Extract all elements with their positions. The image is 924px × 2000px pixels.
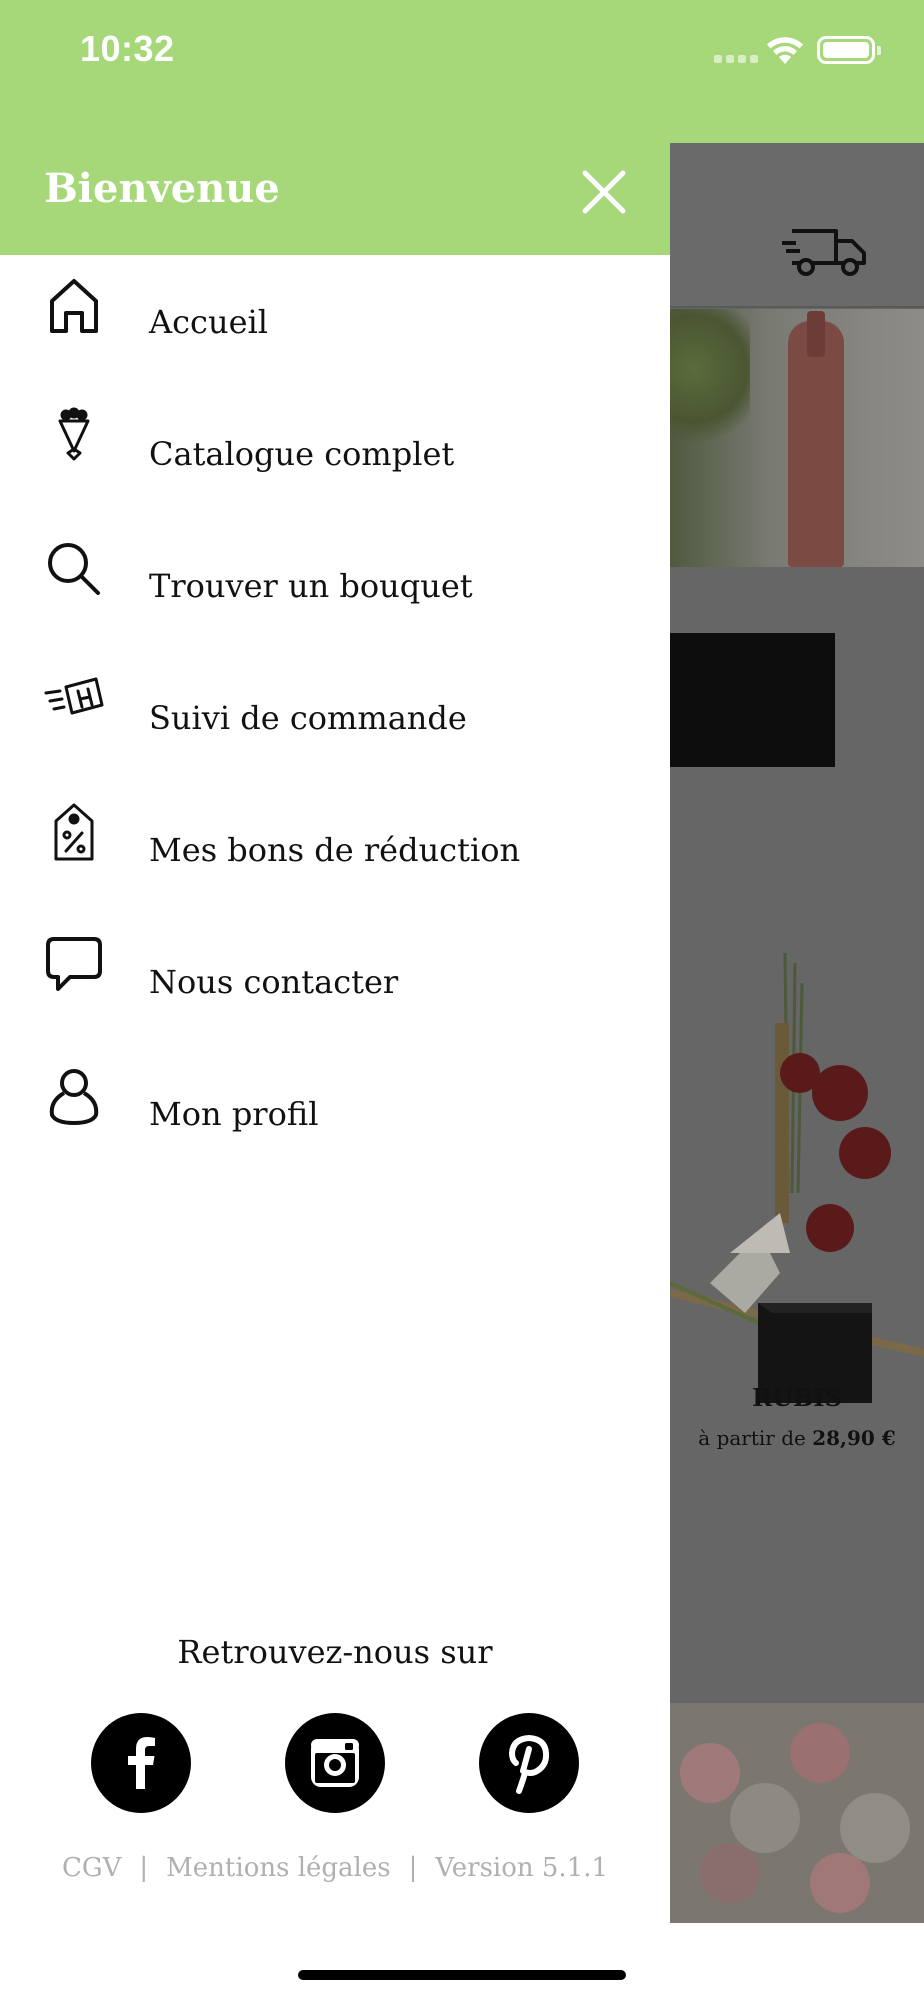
menu-item-bons-reduction[interactable]: Mes bons de réduction bbox=[0, 783, 670, 915]
menu-item-trouver-bouquet[interactable]: Trouver un bouquet bbox=[0, 519, 670, 651]
instagram-button[interactable] bbox=[285, 1713, 385, 1813]
wifi-icon bbox=[767, 37, 803, 64]
background-product-price: à partir de 28,90 € bbox=[698, 1426, 896, 1450]
discount-tag-icon bbox=[54, 803, 94, 861]
menu-label-suivi-commande: Suivi de commande bbox=[149, 699, 467, 737]
facebook-icon bbox=[128, 1737, 155, 1789]
menu-item-accueil[interactable]: Accueil bbox=[0, 255, 670, 387]
chat-bubble-icon bbox=[46, 937, 102, 991]
search-icon bbox=[48, 543, 100, 595]
footer-separator: | bbox=[139, 1853, 149, 1883]
status-bar: 10:32 bbox=[0, 0, 924, 143]
close-icon[interactable] bbox=[575, 163, 633, 221]
status-time: 10:32 bbox=[80, 28, 175, 69]
menu-item-suivi-commande[interactable]: Suivi de commande bbox=[0, 651, 670, 783]
drawer-title: Bienvenue bbox=[44, 165, 280, 212]
wine-bottle-image bbox=[788, 311, 844, 567]
legal-notice-link[interactable]: Mentions légales bbox=[166, 1853, 390, 1883]
navigation-drawer: Bienvenue Accueil Catalogue complet Trou… bbox=[0, 143, 670, 1923]
background-hero-image bbox=[670, 309, 924, 567]
drawer-footer: CGV | Mentions légales | Version 5.1.1 bbox=[0, 1853, 670, 1883]
user-icon bbox=[49, 1069, 99, 1125]
home-icon bbox=[50, 279, 98, 333]
bottom-safe-area bbox=[0, 1923, 924, 2000]
drawer-header: Bienvenue bbox=[0, 143, 670, 255]
background-dark-banner bbox=[670, 633, 835, 767]
background-app-overlay[interactable]: RUBIS à partir de 28,90 € bbox=[670, 143, 924, 1923]
menu-label-nous-contacter: Nous contacter bbox=[149, 963, 399, 1001]
menu-item-nous-contacter[interactable]: Nous contacter bbox=[0, 915, 670, 1047]
menu-item-mon-profil[interactable]: Mon profil bbox=[0, 1047, 670, 1179]
facebook-button[interactable] bbox=[91, 1713, 191, 1813]
menu-label-catalogue: Catalogue complet bbox=[149, 435, 455, 473]
cellular-signal-icon bbox=[714, 53, 758, 63]
menu-item-catalogue[interactable]: Catalogue complet bbox=[0, 387, 670, 519]
follow-us-label: Retrouvez-nous sur bbox=[177, 1633, 493, 1671]
footer-separator: | bbox=[408, 1853, 418, 1883]
cgv-link[interactable]: CGV bbox=[62, 1853, 121, 1883]
menu-label-accueil: Accueil bbox=[149, 303, 268, 341]
roses-bouquet-image bbox=[670, 1703, 924, 1923]
bouquet-icon bbox=[58, 407, 90, 461]
battery-icon bbox=[817, 36, 881, 64]
home-indicator[interactable] bbox=[298, 1970, 626, 1980]
background-product-name: RUBIS bbox=[752, 1383, 842, 1412]
pinterest-icon bbox=[509, 1735, 550, 1794]
background-header bbox=[670, 143, 924, 308]
delivery-truck-icon bbox=[782, 229, 866, 276]
instagram-icon bbox=[311, 1739, 359, 1787]
pinterest-button[interactable] bbox=[479, 1713, 579, 1813]
menu-label-bons-reduction: Mes bons de réduction bbox=[149, 831, 521, 869]
menu-label-trouver-bouquet: Trouver un bouquet bbox=[149, 567, 473, 605]
app-version: Version 5.1.1 bbox=[435, 1853, 609, 1883]
delivery-box-icon bbox=[44, 677, 104, 715]
menu-label-mon-profil: Mon profil bbox=[149, 1095, 319, 1133]
